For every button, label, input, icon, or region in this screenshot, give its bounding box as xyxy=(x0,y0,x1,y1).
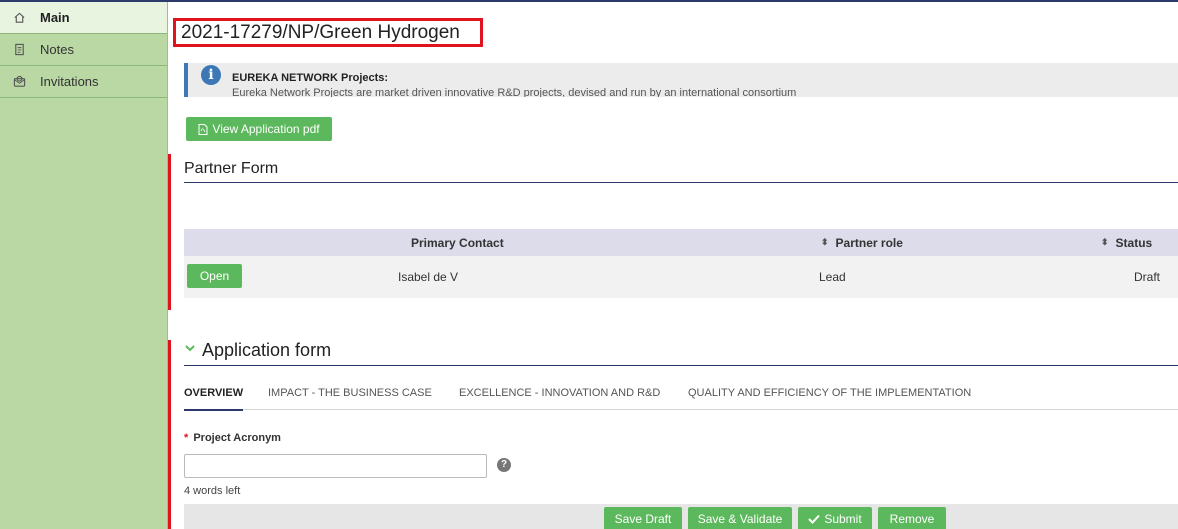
sidebar-item-label: Notes xyxy=(40,42,74,57)
primary-contact-cell: Isabel de V xyxy=(398,270,459,284)
application-form-divider xyxy=(184,365,1178,366)
document-icon xyxy=(12,43,26,57)
view-pdf-label: View Application pdf xyxy=(212,122,320,136)
submit-button[interactable]: Submit xyxy=(798,507,872,529)
chevron-down-icon[interactable] xyxy=(184,342,196,354)
info-callout: i EUREKA NETWORK Projects: Eureka Networ… xyxy=(184,63,1178,97)
page-title: 2021-17279/NP/Green Hydrogen xyxy=(173,18,483,47)
sidebar-item-notes[interactable]: Notes xyxy=(0,34,167,66)
remove-button[interactable]: Remove xyxy=(878,507,946,529)
required-mark: * xyxy=(184,432,189,444)
project-acronym-label: * Project Acronym xyxy=(184,432,281,444)
application-form-title[interactable]: Application form xyxy=(202,340,331,361)
view-application-pdf-button[interactable]: View Application pdf xyxy=(186,117,332,141)
column-header-primary-contact[interactable]: Primary Contact xyxy=(411,229,504,256)
tab-quality[interactable]: QUALITY AND EFFICIENCY OF THE IMPLEMENTA… xyxy=(688,380,971,410)
info-text: Eureka Network Projects are market drive… xyxy=(232,87,797,97)
sidebar-item-main[interactable]: Main xyxy=(0,2,167,34)
status-cell: Draft xyxy=(1134,270,1161,284)
partner-form-divider xyxy=(184,182,1178,183)
invitation-icon xyxy=(12,75,26,89)
application-form-marker xyxy=(168,340,171,529)
save-draft-button[interactable]: Save Draft xyxy=(604,507,682,529)
sort-icon: ⬍ xyxy=(821,237,829,247)
sidebar-item-label: Invitations xyxy=(40,74,99,89)
partner-form-marker xyxy=(168,154,171,310)
tab-overview[interactable]: OVERVIEW xyxy=(184,380,244,411)
help-icon[interactable]: ? xyxy=(497,458,511,472)
pdf-icon xyxy=(198,123,208,135)
partner-form-title: Partner Form xyxy=(184,160,279,177)
words-left-counter: 4 words left xyxy=(184,485,241,497)
column-header-status[interactable]: ⬍ Status xyxy=(1101,229,1152,256)
main-content: 2021-17279/NP/Green Hydrogen i EUREKA NE… xyxy=(168,2,1178,529)
save-validate-button[interactable]: Save & Validate xyxy=(688,507,792,529)
info-title: EUREKA NETWORK Projects: xyxy=(232,72,389,84)
sidebar-item-invitations[interactable]: Invitations xyxy=(0,66,167,98)
sidebar-item-label: Main xyxy=(40,10,70,25)
sidebar: Main Notes Invitations xyxy=(0,2,168,529)
partner-role-cell: Lead xyxy=(819,270,846,284)
open-button[interactable]: Open xyxy=(187,264,242,288)
info-icon: i xyxy=(201,65,221,85)
partner-table-header: Primary Contact ⬍ Partner role ⬍ Status xyxy=(184,229,1178,256)
form-action-bar: Save Draft Save & Validate Submit Remove xyxy=(184,504,1178,529)
project-acronym-input[interactable] xyxy=(184,454,487,478)
check-icon xyxy=(808,514,821,524)
table-row: Open Isabel de V Lead Draft xyxy=(184,256,1178,298)
home-icon xyxy=(12,11,26,25)
column-header-partner-role[interactable]: ⬍ Partner role xyxy=(821,229,903,256)
tab-impact[interactable]: IMPACT - THE BUSINESS CASE xyxy=(268,380,432,410)
application-form-tabs: OVERVIEW IMPACT - THE BUSINESS CASE EXCE… xyxy=(184,380,1178,411)
tab-excellence[interactable]: EXCELLENCE - INNOVATION AND R&D xyxy=(459,380,660,410)
sort-icon: ⬍ xyxy=(1101,237,1109,247)
